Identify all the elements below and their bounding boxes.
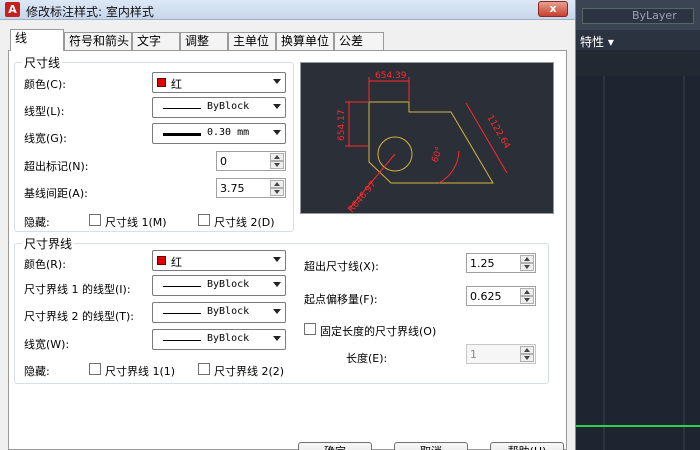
ext-color-label: 颜色(R): <box>24 258 66 271</box>
line-sample-icon <box>163 108 201 109</box>
spin-down-icon[interactable] <box>520 263 534 271</box>
ext-color-dropdown[interactable]: 红 <box>152 250 286 271</box>
tab-alternate-units[interactable]: 换算单位 <box>276 32 334 50</box>
suppress-ext-line-2-label[interactable]: 尺寸界线 2(2) <box>214 363 284 379</box>
preview-dim-radius: R646.97 <box>347 180 379 215</box>
properties-label[interactable]: 特性 ▾ <box>580 33 614 50</box>
spin-up-icon[interactable] <box>270 180 284 188</box>
suppress-ext-line-1-label[interactable]: 尺寸界线 1(1) <box>105 363 175 379</box>
preview-dim-left: 654.17 <box>337 110 347 142</box>
extend-beyond-label: 超出尺寸线(X): <box>304 260 379 273</box>
spin-up-icon[interactable] <box>270 153 284 161</box>
spin-down-icon[interactable] <box>520 354 534 362</box>
dim-linetype-dropdown[interactable]: ByBlock <box>152 97 286 118</box>
suppress-ext-line-1-checkbox[interactable] <box>89 363 101 375</box>
dim-color-dropdown[interactable]: 红 <box>152 72 286 93</box>
spin-up-icon[interactable] <box>520 255 534 263</box>
red-swatch-icon <box>157 78 166 87</box>
tab-primary-units[interactable]: 主单位 <box>228 32 276 50</box>
dim-linetype-value: ByBlock <box>207 101 250 112</box>
ext-linetype-2-dropdown[interactable]: ByBlock <box>152 302 286 323</box>
chevron-down-icon <box>273 257 281 262</box>
extend-beyond-spinner[interactable]: 1.25 <box>466 253 536 273</box>
ext-color-value: 红 <box>171 256 182 269</box>
spin-down-icon[interactable] <box>520 296 534 304</box>
suppress-dim-line-1-checkbox[interactable] <box>89 214 101 226</box>
dim-suppress-label: 隐藏: <box>24 216 50 229</box>
chevron-down-icon <box>273 336 281 341</box>
origin-offset-spinner[interactable]: 0.625 <box>466 286 536 306</box>
autocad-logo-icon: A <box>5 2 20 17</box>
chevron-down-icon <box>273 130 281 135</box>
suppress-dim-line-2-label[interactable]: 尺寸线 2(D) <box>214 214 275 230</box>
spin-up-icon[interactable] <box>520 288 534 296</box>
origin-offset-label: 起点偏移量(F): <box>304 293 378 306</box>
line-sample-icon <box>163 286 201 287</box>
suppress-dim-line-2-checkbox[interactable] <box>198 214 210 226</box>
preview-panel: 654.39 654.17 1122.64 R646.97 60° <box>300 62 554 215</box>
dimension-lines-group-label: 尺寸线 <box>22 54 63 71</box>
help-button[interactable]: 帮助(H) <box>490 442 564 450</box>
preview-dim-angle: 60° <box>430 146 445 164</box>
preview-dim-top: 654.39 <box>375 71 407 81</box>
chevron-down-icon <box>273 309 281 314</box>
extend-ticks-spinner[interactable]: 0 <box>216 151 286 171</box>
ext-lineweight-label: 线宽(W): <box>24 338 70 351</box>
suppress-dim-line-1-label[interactable]: 尺寸线 1(M) <box>105 214 167 230</box>
ext-linetype-2-label: 尺寸界线 2 的线型(T): <box>24 310 134 323</box>
dim-lineweight-dropdown[interactable]: 0.30 mm <box>152 123 286 144</box>
baseline-spacing-value: 3.75 <box>220 182 245 195</box>
line-sample-icon <box>163 340 201 341</box>
extension-lines-group-label: 尺寸界线 <box>22 235 75 252</box>
tab-symbols-arrows[interactable]: 符号和箭头 <box>64 32 132 50</box>
spin-up-icon[interactable] <box>520 346 534 354</box>
dim-lineweight-label: 线宽(G): <box>24 132 67 145</box>
preview-dim-right: 1122.64 <box>484 114 511 151</box>
chevron-down-icon <box>273 282 281 287</box>
cancel-button[interactable]: 取消 <box>394 442 468 450</box>
tab-text[interactable]: 文字 <box>132 32 180 50</box>
bylayer-label: ByLayer <box>632 9 677 22</box>
cad-drawing-area[interactable] <box>576 76 700 450</box>
ext-linetype-1-dropdown[interactable]: ByBlock <box>152 275 286 296</box>
line-sample-icon <box>163 313 201 314</box>
chevron-down-icon <box>273 104 281 109</box>
suppress-ext-line-2-checkbox[interactable] <box>198 363 210 375</box>
length-spinner[interactable]: 1 <box>466 344 536 364</box>
modify-dimension-style-dialog: A 修改标注样式: 室内样式 x 线 符号和箭头 文字 调整 主单位 换算单位 … <box>0 0 576 450</box>
baseline-spacing-label: 基线间距(A): <box>24 187 88 200</box>
tab-fit[interactable]: 调整 <box>180 32 228 50</box>
origin-offset-value: 0.625 <box>470 290 502 303</box>
dialog-title: 修改标注样式: 室内样式 <box>26 5 154 19</box>
ext-linetype-1-label: 尺寸界线 1 的线型(I): <box>24 283 131 296</box>
tab-tolerances[interactable]: 公差 <box>334 32 384 50</box>
ok-button[interactable]: 确定 <box>298 442 372 450</box>
dim-linetype-label: 线型(L): <box>24 105 65 118</box>
cad-subpanel <box>576 50 700 76</box>
preview-geometry <box>368 101 494 184</box>
chevron-down-icon <box>273 79 281 84</box>
tab-lines[interactable]: 线 <box>10 29 64 51</box>
baseline-spacing-spinner[interactable]: 3.75 <box>216 178 286 198</box>
ext-lineweight-value: ByBlock <box>207 333 250 344</box>
spin-down-icon[interactable] <box>270 188 284 196</box>
ext-linetype-2-value: ByBlock <box>207 306 250 317</box>
length-value: 1 <box>470 348 477 361</box>
dim-color-label: 颜色(C): <box>24 78 66 91</box>
dim-lineweight-value: 0.30 mm <box>207 127 250 138</box>
extend-ticks-value: 0 <box>220 155 227 168</box>
ext-lineweight-dropdown[interactable]: ByBlock <box>152 329 286 350</box>
dim-color-value: 红 <box>171 78 182 91</box>
extend-beyond-value: 1.25 <box>470 257 495 270</box>
fixed-length-checkbox[interactable] <box>304 323 316 335</box>
ext-linetype-1-value: ByBlock <box>207 279 250 290</box>
red-swatch-icon <box>157 256 166 265</box>
extend-ticks-label: 超出标记(N): <box>24 160 89 173</box>
spin-down-icon[interactable] <box>270 161 284 169</box>
length-label: 长度(E): <box>346 352 388 365</box>
close-button[interactable]: x <box>538 1 568 17</box>
thick-line-sample-icon <box>163 133 201 136</box>
fixed-length-label[interactable]: 固定长度的尺寸界线(O) <box>320 323 436 339</box>
ext-suppress-label: 隐藏: <box>24 365 50 378</box>
